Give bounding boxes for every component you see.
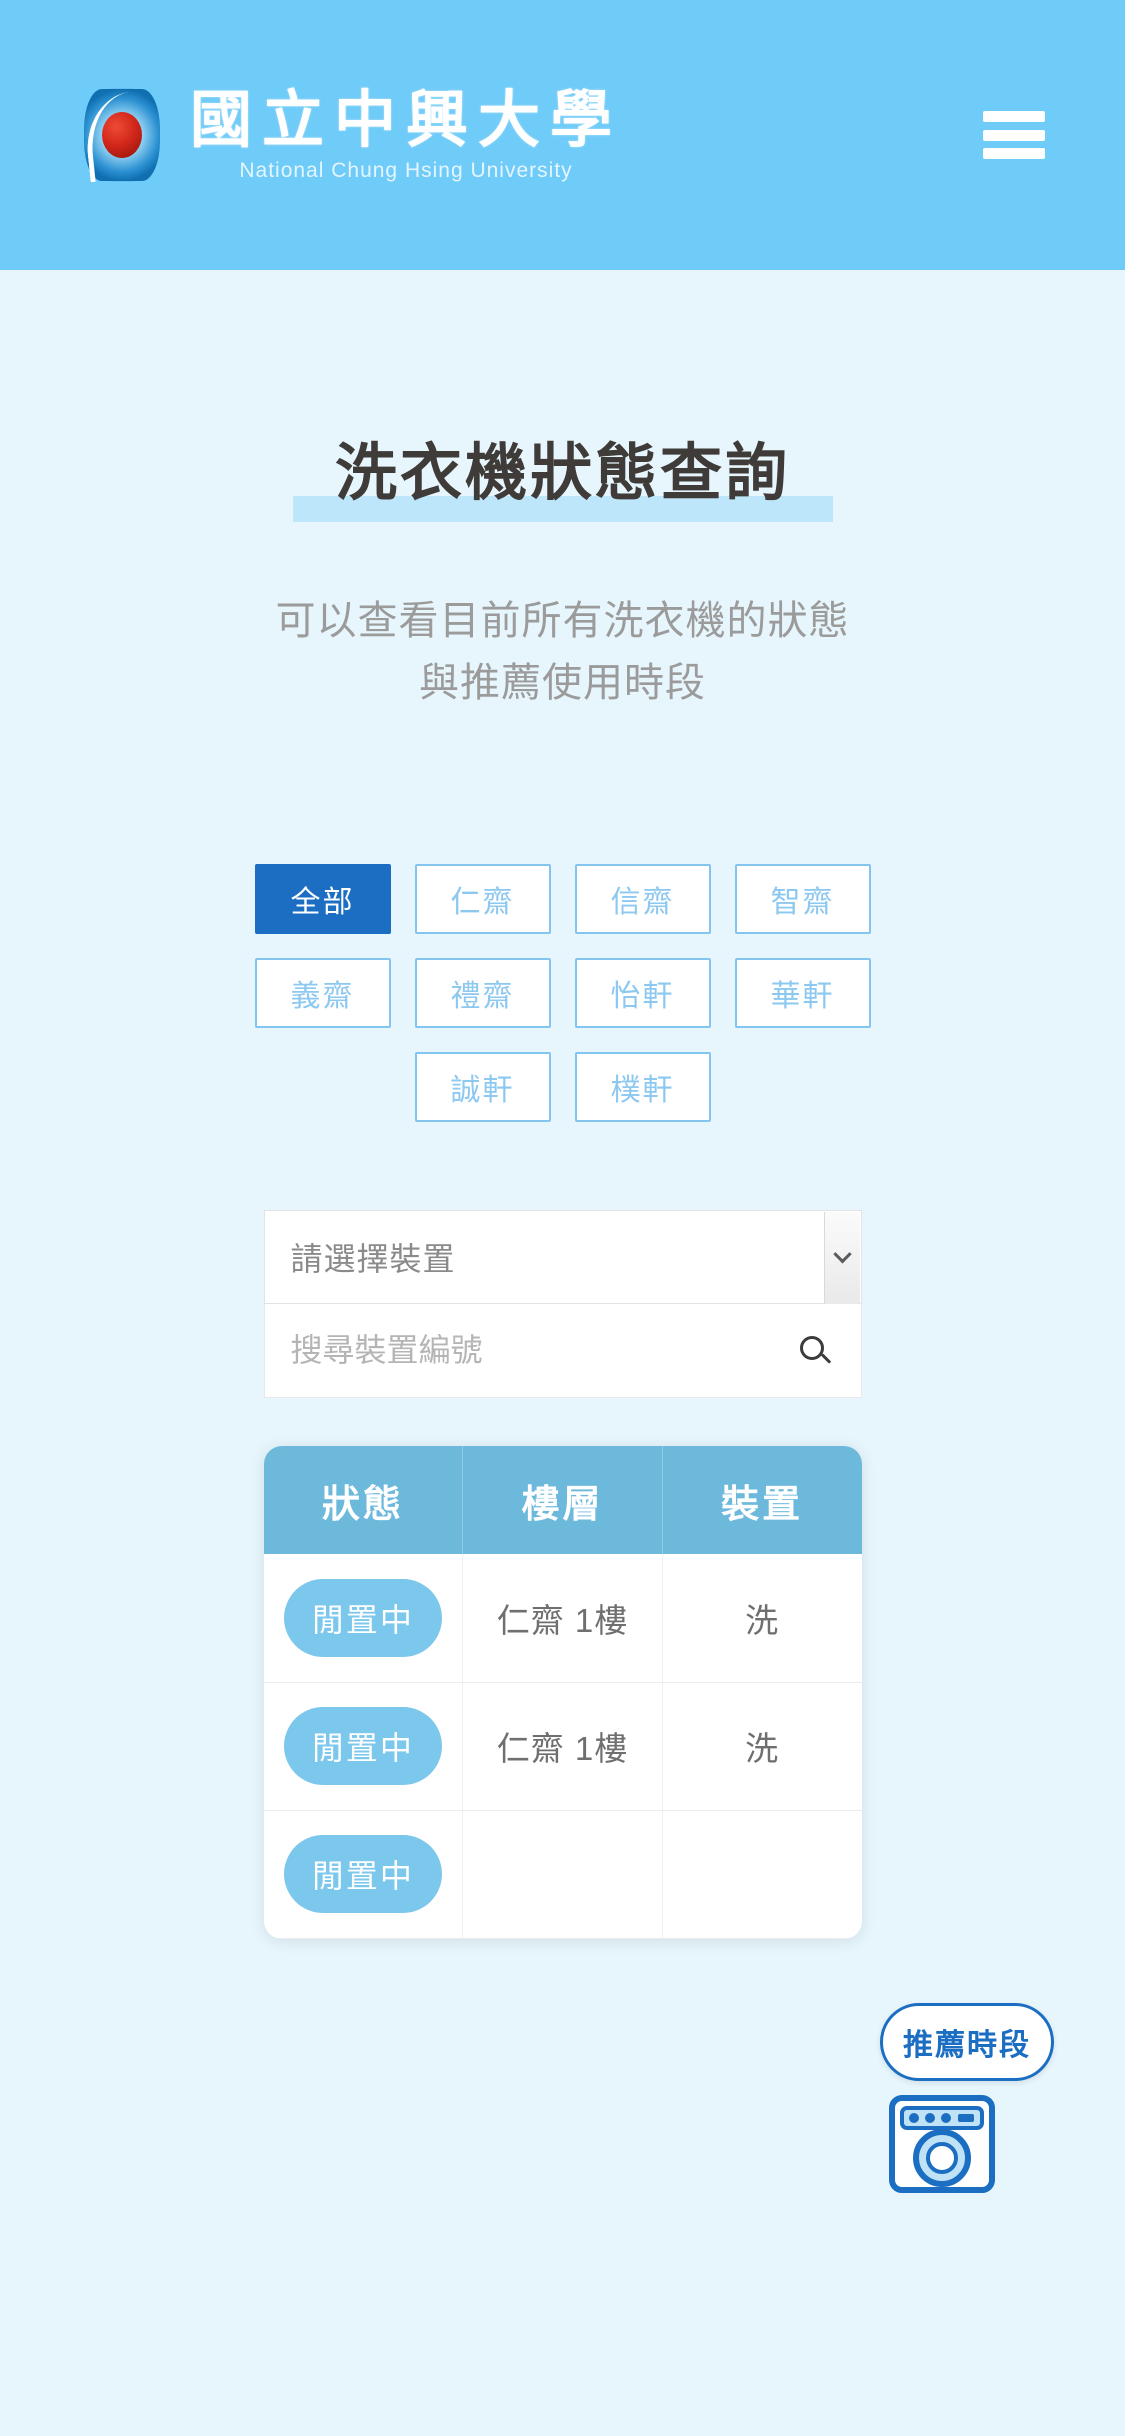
page-title: 洗衣機狀態查詢 bbox=[334, 439, 790, 508]
brand-text: 國立中興大學 National Chung Hsing University bbox=[190, 87, 622, 182]
cell-floor: 仁齋 1樓 bbox=[462, 1554, 663, 1683]
dorm-filter-group: 全部 仁齋 信齋 智齋 義齋 禮齋 怡軒 華軒 誠軒 樸軒 bbox=[253, 864, 873, 1122]
table-row[interactable]: 閒置中 仁齋 1樓 洗 bbox=[263, 1682, 862, 1811]
brand-name-en: National Chung Hsing University bbox=[239, 158, 573, 182]
cell-device bbox=[662, 1810, 862, 1939]
column-header-status[interactable]: 狀態 bbox=[263, 1446, 464, 1554]
device-select[interactable]: 請選擇裝置 bbox=[263, 1210, 862, 1304]
status-badge: 閒置中 bbox=[283, 1578, 442, 1657]
recommend-time-badge[interactable]: 推薦時段 bbox=[880, 2003, 1054, 2081]
cell-status: 閒置中 bbox=[263, 1682, 464, 1811]
column-header-device[interactable]: 裝置 bbox=[662, 1446, 862, 1554]
filter-button-yixuan[interactable]: 怡軒 bbox=[574, 958, 711, 1028]
search-input[interactable] bbox=[264, 1304, 861, 1397]
cell-floor bbox=[462, 1810, 663, 1939]
table-header-row: 狀態 樓層 裝置 bbox=[263, 1446, 862, 1554]
hamburger-bar bbox=[983, 148, 1045, 159]
chevron-down-icon[interactable] bbox=[823, 1212, 860, 1304]
filter-button-puxuan[interactable]: 樸軒 bbox=[574, 1052, 711, 1122]
nchu-logo-icon bbox=[80, 87, 164, 183]
filter-button-yizhai[interactable]: 義齋 bbox=[254, 958, 391, 1028]
status-badge: 閒置中 bbox=[283, 1707, 442, 1785]
filter-button-zhizhai[interactable]: 智齋 bbox=[734, 864, 871, 934]
hamburger-menu-icon[interactable] bbox=[983, 111, 1045, 159]
cell-status: 閒置中 bbox=[263, 1554, 464, 1683]
cell-device: 洗 bbox=[662, 1554, 862, 1683]
cell-device: 洗 bbox=[662, 1682, 862, 1811]
brand-name-cn: 國立中興大學 bbox=[190, 83, 623, 157]
filter-button-xinzhai[interactable]: 信齋 bbox=[574, 864, 711, 934]
hamburger-bar bbox=[983, 111, 1045, 122]
device-table-card: 狀態 樓層 裝置 閒置中 仁齋 1樓 洗 閒置中 仁齋 1樓 洗 閒置中 bbox=[263, 1446, 862, 1939]
filter-button-all[interactable]: 全部 bbox=[254, 864, 391, 934]
filter-button-chengxuan[interactable]: 誠軒 bbox=[414, 1052, 551, 1122]
site-header: 國立中興大學 National Chung Hsing University bbox=[0, 0, 1125, 270]
controls-section: 請選擇裝置 bbox=[263, 1210, 862, 1398]
washing-machine-icon[interactable] bbox=[888, 2090, 996, 2198]
page-title-section: 洗衣機狀態查詢 bbox=[0, 422, 1125, 522]
brand-logo-link[interactable]: 國立中興大學 National Chung Hsing University bbox=[80, 87, 622, 183]
filter-button-huaxuan[interactable]: 華軒 bbox=[734, 958, 871, 1028]
filter-button-lizhai[interactable]: 禮齋 bbox=[414, 958, 551, 1028]
device-table: 狀態 樓層 裝置 閒置中 仁齋 1樓 洗 閒置中 仁齋 1樓 洗 閒置中 bbox=[263, 1446, 862, 1939]
status-badge: 閒置中 bbox=[283, 1835, 442, 1913]
device-table-head: 狀態 樓層 裝置 bbox=[263, 1446, 862, 1554]
search-field[interactable] bbox=[263, 1304, 862, 1398]
search-icon[interactable] bbox=[791, 1327, 839, 1375]
cell-status: 閒置中 bbox=[263, 1810, 464, 1939]
column-header-floor[interactable]: 樓層 bbox=[462, 1446, 663, 1554]
page-subtitle: 可以查看目前所有洗衣機的狀態與推薦使用時段 bbox=[275, 599, 850, 705]
filter-button-renzhai[interactable]: 仁齋 bbox=[414, 864, 551, 934]
table-row[interactable]: 閒置中 仁齋 1樓 洗 bbox=[263, 1554, 862, 1683]
hamburger-bar bbox=[983, 129, 1045, 141]
cell-floor: 仁齋 1樓 bbox=[462, 1682, 663, 1811]
device-table-body: 閒置中 仁齋 1樓 洗 閒置中 仁齋 1樓 洗 閒置中 bbox=[263, 1554, 862, 1939]
table-row[interactable]: 閒置中 bbox=[263, 1810, 862, 1939]
device-select-value: 請選擇裝置 bbox=[290, 1241, 456, 1277]
